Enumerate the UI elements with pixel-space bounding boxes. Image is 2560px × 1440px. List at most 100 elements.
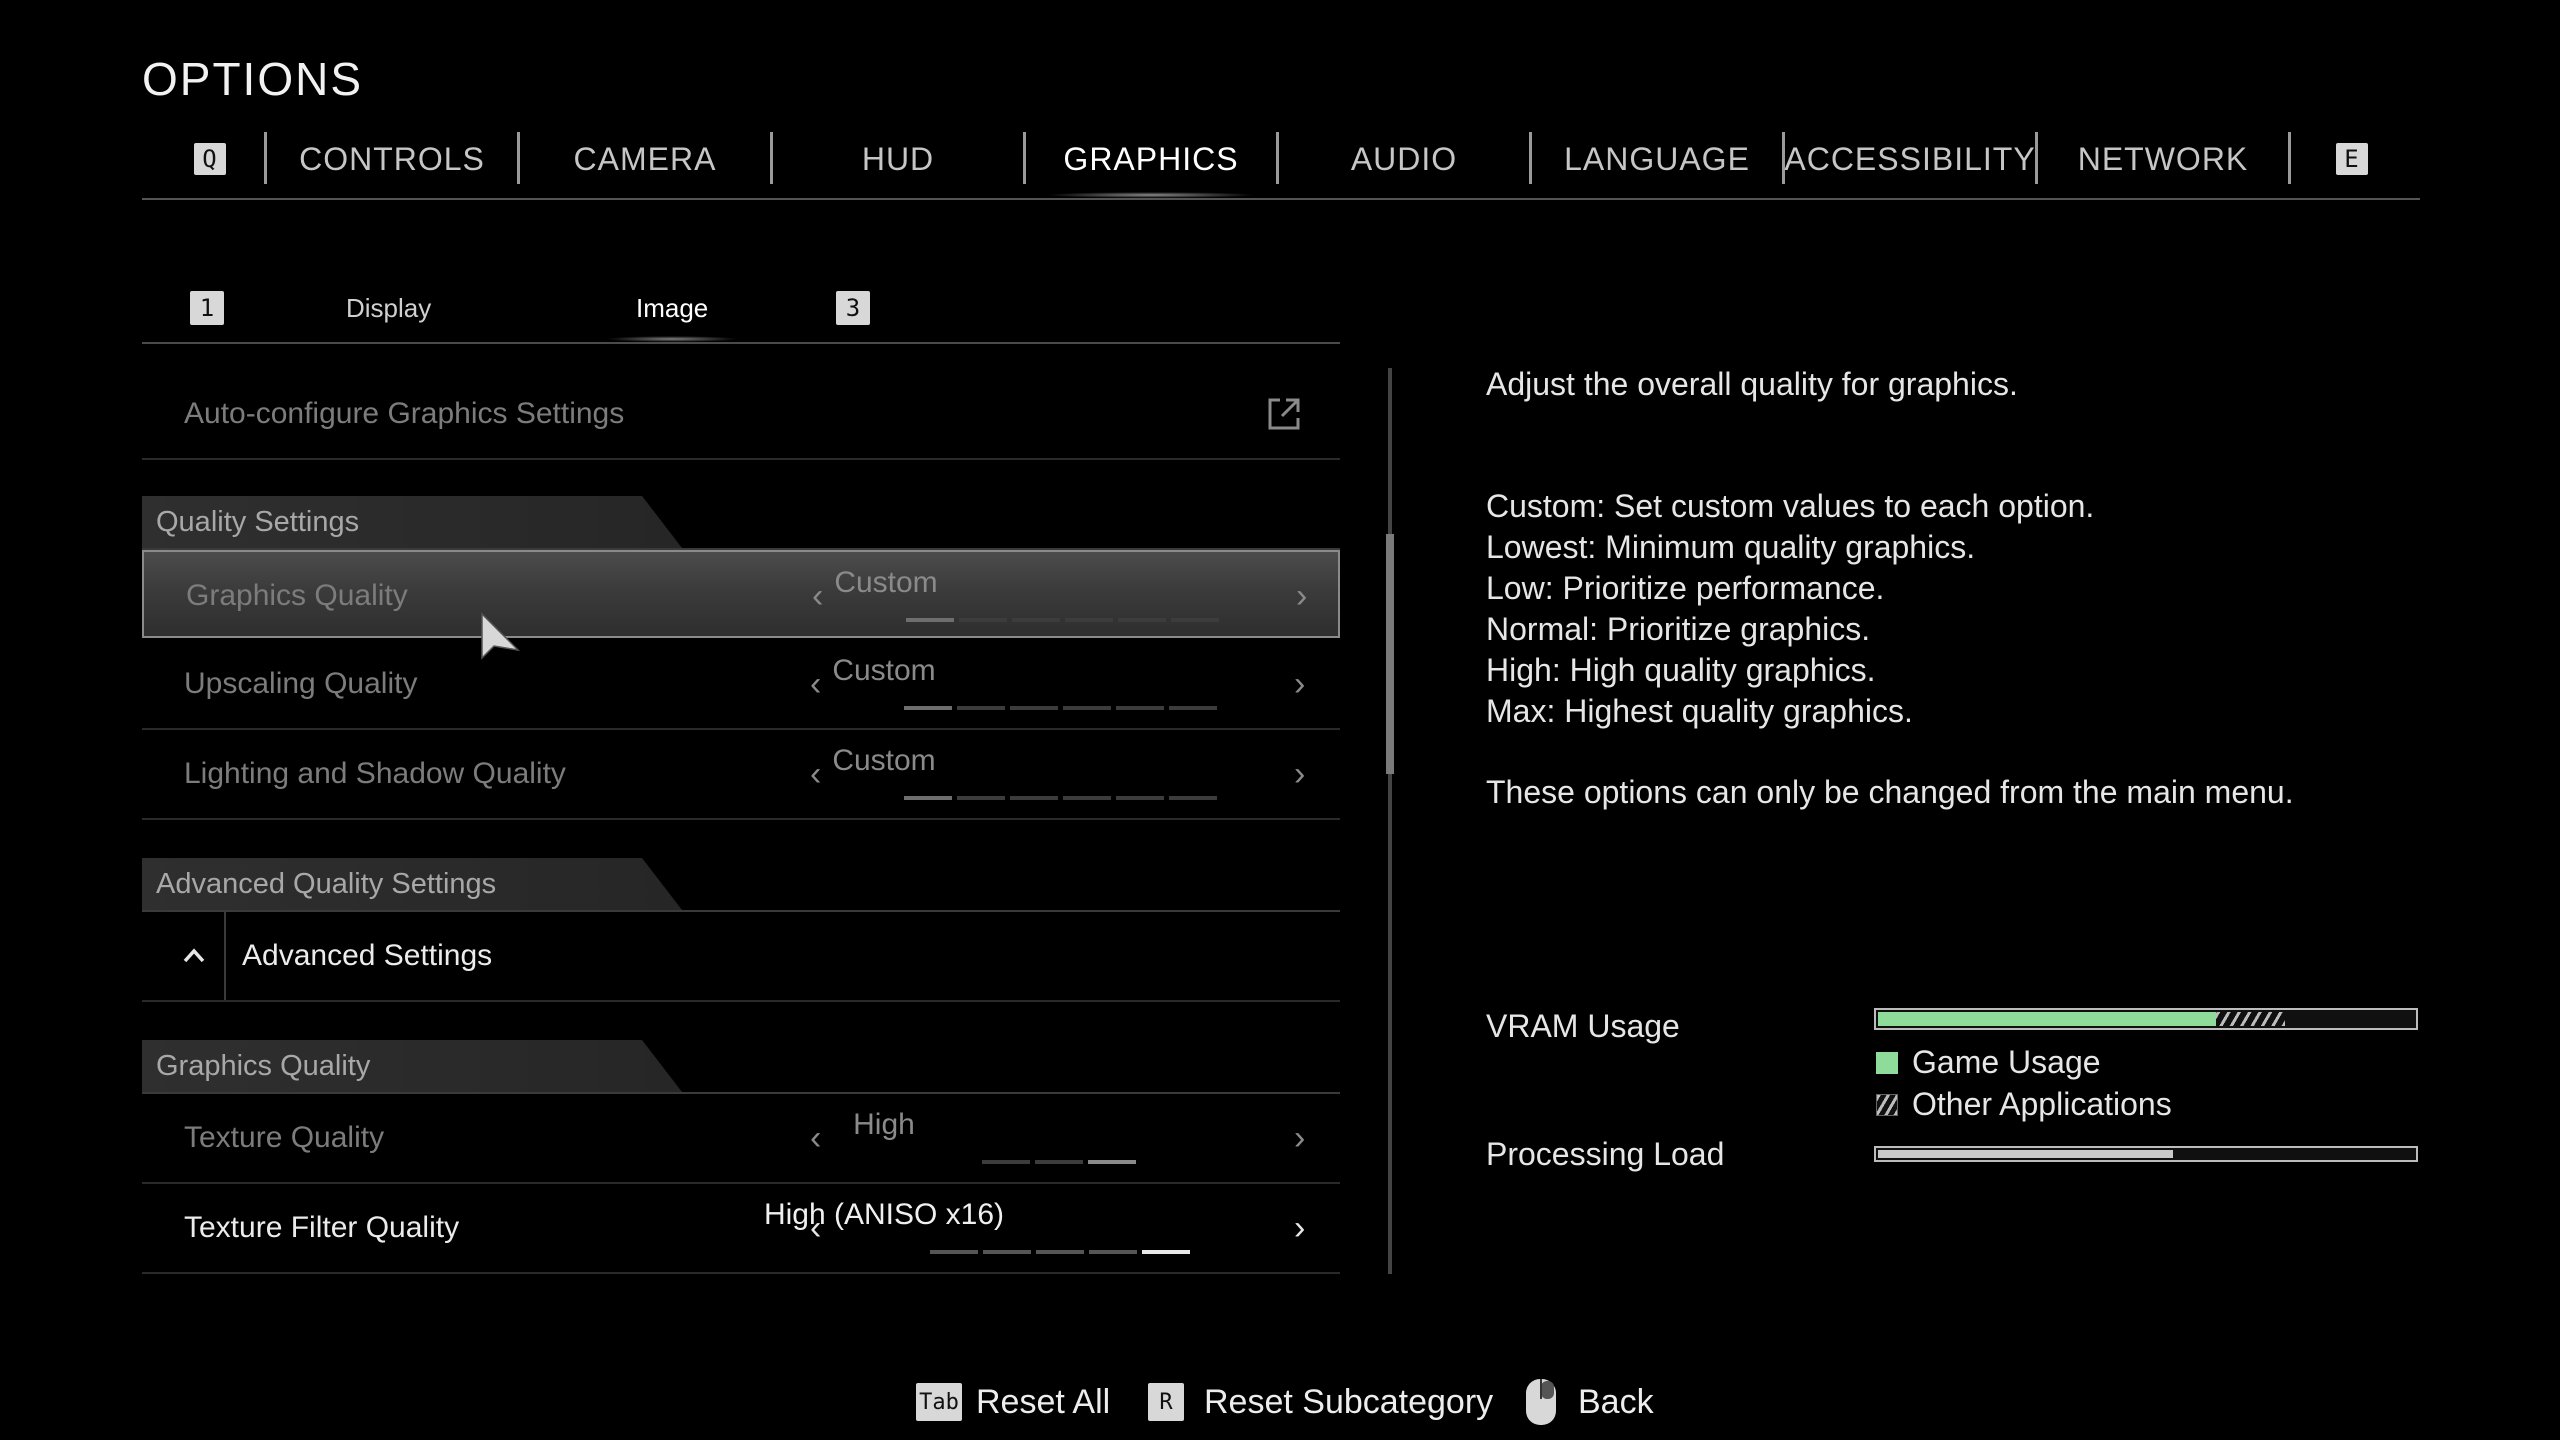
description-line: Custom: Set custom values to each option… <box>1486 488 2095 524</box>
processing-load-label: Processing Load <box>1486 1136 1725 1172</box>
level-segment <box>1118 618 1166 622</box>
description-line: Lowest: Minimum quality graphics. <box>1486 529 1976 565</box>
section-title: Quality Settings <box>156 505 360 538</box>
reset-subcategory-label: Reset Subcategory <box>1204 1382 1494 1421</box>
legend-game-usage: Game Usage <box>1912 1044 2101 1080</box>
upscaling-quality-row[interactable]: Upscaling Quality ‹ Custom › <box>142 640 1340 730</box>
tab-controls[interactable]: CONTROLS <box>267 130 517 188</box>
external-link-icon <box>1268 398 1300 430</box>
setting-label: Texture Quality <box>184 1121 385 1154</box>
section-advanced-quality-settings: Advanced Quality Settings <box>142 858 1340 912</box>
next-subcategory-key-hint[interactable]: 3 <box>836 282 870 334</box>
lighting-shadow-quality-row[interactable]: Lighting and Shadow Quality ‹ Custom › <box>142 730 1340 820</box>
tab-key-icon: Tab <box>916 1383 962 1421</box>
chevron-up-icon <box>183 948 205 963</box>
subcategory-tabbar: 1 Display Image 3 <box>142 282 1340 344</box>
setting-value: Custom <box>832 744 936 777</box>
texture-quality-row[interactable]: Texture Quality ‹ High › <box>142 1094 1340 1184</box>
reset-subcategory-button[interactable]: R Reset Subcategory <box>1148 1378 1493 1426</box>
level-segment <box>1088 1160 1136 1164</box>
chevron-right-icon[interactable]: › <box>1294 640 1305 728</box>
key-1-icon: 1 <box>190 291 224 325</box>
chevron-right-icon[interactable]: › <box>1296 552 1307 640</box>
tab-graphics[interactable]: GRAPHICS <box>1026 130 1276 198</box>
other-applications-swatch <box>1876 1094 1898 1116</box>
legend-other-applications: Other Applications <box>1912 1086 2172 1122</box>
vram-game-fill <box>1878 1012 2216 1026</box>
level-segment <box>904 796 952 800</box>
texture-filter-quality-row[interactable]: Texture Filter Quality ‹ High (ANISO x16… <box>142 1184 1340 1274</box>
level-segment <box>1169 796 1217 800</box>
game-usage-swatch <box>1876 1052 1898 1074</box>
back-button[interactable]: Back <box>1524 1378 1654 1426</box>
prev-subcategory-key-hint[interactable]: 1 <box>190 282 224 334</box>
level-segment <box>1089 1250 1137 1254</box>
setting-label: Texture Filter Quality <box>184 1211 460 1244</box>
tab-network[interactable]: NETWORK <box>2038 130 2288 188</box>
e-key-icon: E <box>2336 143 2368 175</box>
level-segment <box>1010 706 1058 710</box>
level-segment <box>1012 618 1060 622</box>
chevron-right-icon[interactable]: › <box>1294 730 1305 818</box>
setting-label: Lighting and Shadow Quality <box>184 757 566 790</box>
level-segment <box>930 1250 978 1254</box>
graphics-quality-row[interactable]: Graphics Quality ‹ Custom › <box>142 550 1340 638</box>
level-segment <box>1063 796 1111 800</box>
level-segment <box>1063 706 1111 710</box>
level-segment <box>1142 1250 1190 1254</box>
description-heading: Adjust the overall quality for graphics. <box>1486 366 2018 402</box>
scrollbar-track[interactable] <box>1388 368 1392 1274</box>
section-quality-settings: Quality Settings <box>142 496 1340 550</box>
key-3-icon: 3 <box>836 291 870 325</box>
chevron-right-icon[interactable]: › <box>1294 1094 1305 1182</box>
q-key-icon: Q <box>194 143 226 175</box>
level-segment <box>1035 1160 1083 1164</box>
level-segment <box>983 1250 1031 1254</box>
prev-category-key-hint[interactable]: Q <box>190 130 230 188</box>
auto-configure-label: Auto-configure Graphics Settings <box>184 397 625 430</box>
level-indicator <box>906 618 1219 622</box>
toggle-divider <box>224 912 226 1000</box>
scrollbar-thumb[interactable] <box>1386 534 1394 774</box>
description-line: Low: Prioritize performance. <box>1486 570 1885 606</box>
level-segment <box>906 618 954 622</box>
chevron-right-icon[interactable]: › <box>1294 1184 1305 1272</box>
level-indicator <box>904 706 1217 710</box>
category-tabbar: Q CONTROLS CAMERA HUD GRAPHICS AUDIO LAN… <box>142 130 2420 200</box>
setting-value: High (ANISO x16) <box>763 1198 1005 1231</box>
page-title: OPTIONS <box>142 53 364 105</box>
level-segment <box>1169 706 1217 710</box>
level-indicator <box>904 796 1217 800</box>
section-title: Advanced Quality Settings <box>156 867 497 900</box>
next-category-key-hint[interactable]: E <box>2332 130 2372 188</box>
setting-value: Custom <box>834 566 938 599</box>
tab-camera[interactable]: CAMERA <box>520 130 770 188</box>
level-segment <box>1065 618 1113 622</box>
back-label: Back <box>1578 1382 1654 1421</box>
level-segment <box>957 796 1005 800</box>
level-segment <box>1116 706 1164 710</box>
tab-divider <box>2288 132 2291 184</box>
description-line: Normal: Prioritize graphics. <box>1486 611 1871 647</box>
auto-configure-row[interactable]: Auto-configure Graphics Settings <box>142 370 1340 460</box>
subtab-display[interactable]: Display <box>346 282 431 334</box>
setting-label: Upscaling Quality <box>184 667 418 700</box>
vram-other-fill <box>2215 1012 2286 1026</box>
advanced-settings-toggle[interactable]: Advanced Settings <box>142 912 1340 1002</box>
mouse-cursor-icon <box>481 612 520 660</box>
tab-accessibility[interactable]: ACCESSIBILITY <box>1784 130 2035 188</box>
reset-all-button[interactable]: Tab Reset All <box>916 1378 1110 1426</box>
setting-value: Custom <box>832 654 936 687</box>
tab-hud[interactable]: HUD <box>773 130 1023 188</box>
vram-usage-label: VRAM Usage <box>1486 1008 1680 1044</box>
tab-language[interactable]: LANGUAGE <box>1532 130 1782 188</box>
section-graphics-quality: Graphics Quality <box>142 1040 1340 1094</box>
vram-usage-meter <box>1874 1008 2418 1030</box>
description-note: These options can only be changed from t… <box>1486 774 2294 810</box>
tab-audio[interactable]: AUDIO <box>1279 130 1529 188</box>
subtab-image[interactable]: Image <box>605 282 739 342</box>
level-segment <box>1036 1250 1084 1254</box>
mouse-right-click-icon <box>1526 1379 1556 1425</box>
setting-label: Graphics Quality <box>186 579 408 612</box>
description-line: Max: Highest quality graphics. <box>1486 693 1913 729</box>
